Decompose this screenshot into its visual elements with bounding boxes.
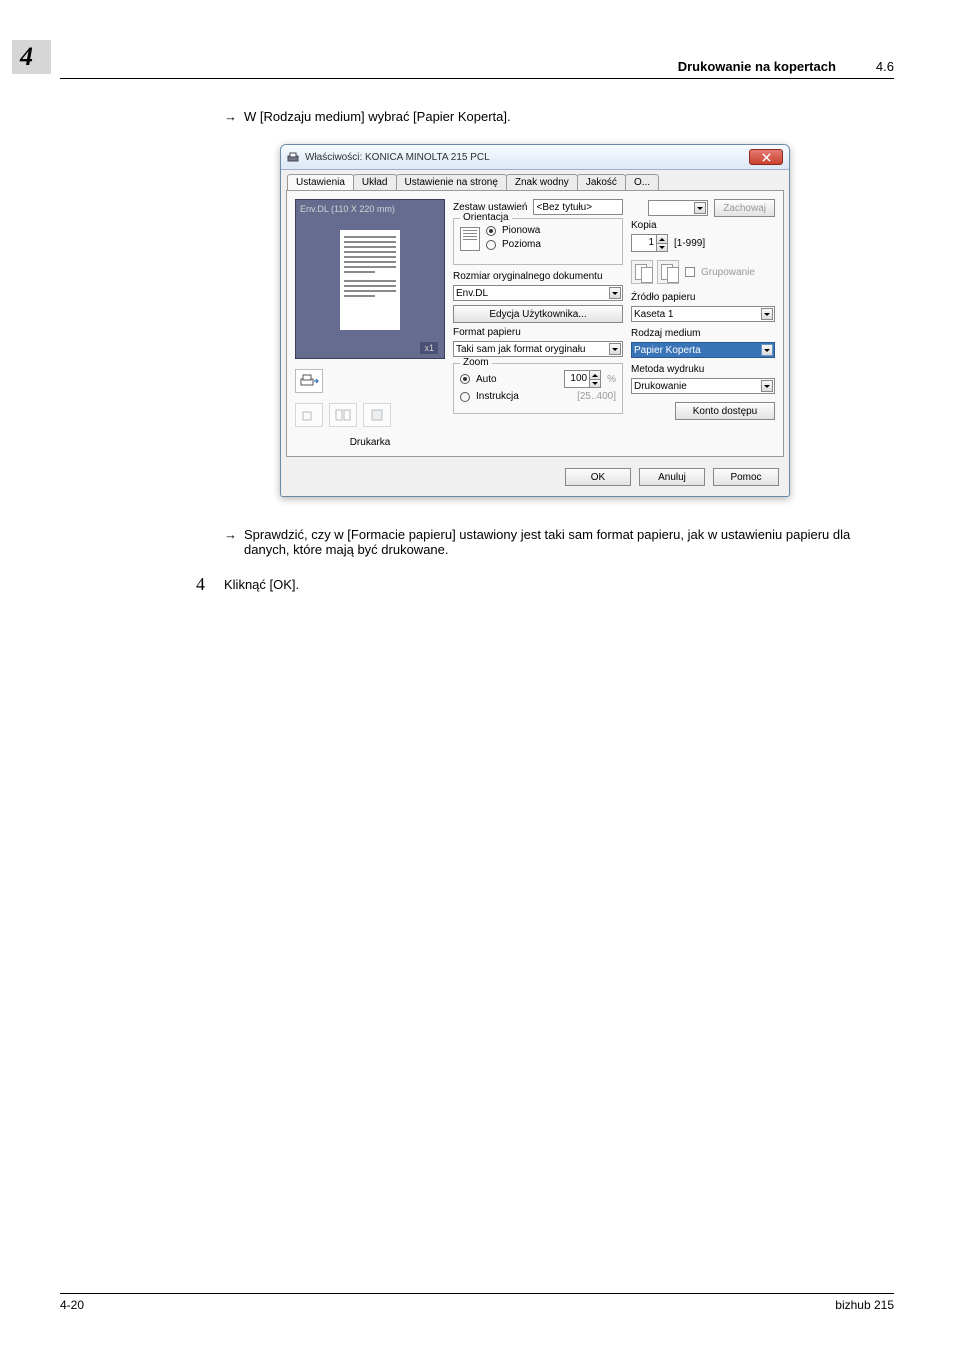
orientation-icon (460, 227, 480, 251)
print-method-label: Metoda wydruku (631, 364, 775, 375)
zoom-group: Zoom Auto 100 % Instrukcja [25..400] (453, 363, 623, 414)
header-section: 4.6 (876, 59, 894, 74)
footer-page-number: 4-20 (60, 1298, 84, 1312)
page-footer: 4-20 bizhub 215 (60, 1293, 894, 1312)
chevron-down-icon (761, 308, 773, 320)
view-option-2-icon[interactable] (329, 403, 357, 427)
chevron-down-icon (694, 202, 706, 214)
view-option-3-icon[interactable] (363, 403, 391, 427)
instruction-arrow-1: W [Rodzaju medium] wybrać [Papier Kopert… (224, 109, 854, 124)
tab-ustawienia[interactable]: Ustawienia (287, 174, 354, 190)
orig-size-label: Rozmiar oryginalnego dokumentu (453, 271, 623, 282)
chevron-down-icon (761, 380, 773, 392)
chevron-down-icon (609, 343, 621, 355)
spin-down-icon[interactable] (656, 243, 668, 252)
tab-strip: Ustawienia Układ Ustawienie na stronę Zn… (281, 170, 789, 190)
print-method-value: Drukowanie (634, 381, 687, 392)
tab-ustawienie-na-strone[interactable]: Ustawienie na stronę (396, 174, 507, 190)
paper-source-value: Kaseta 1 (634, 309, 673, 320)
media-type-value: Papier Koperta (634, 345, 701, 356)
help-button[interactable]: Pomoc (713, 468, 779, 486)
paper-format-label: Format papieru (453, 327, 623, 338)
radio-zoom-manual[interactable] (460, 392, 470, 402)
media-type-select[interactable]: Papier Koperta (631, 342, 775, 358)
settings-profile-select[interactable] (648, 200, 708, 216)
collate-label: Grupowanie (701, 267, 755, 278)
media-type-label: Rodzaj medium (631, 328, 775, 339)
collate-icons (631, 260, 679, 284)
user-edit-button[interactable]: Edycja Użytkownika... (453, 305, 623, 323)
print-properties-dialog: Właściwości: KONICA MINOLTA 215 PCL Usta… (280, 144, 790, 497)
chapter-number: 4 (12, 40, 51, 74)
page-preview: Env.DL (110 X 220 mm) x1 (295, 199, 445, 359)
cancel-button[interactable]: Anuluj (639, 468, 705, 486)
orientation-legend: Orientacja (460, 212, 512, 223)
settings-set-value: <Bez tytułu> (536, 202, 592, 213)
paper-source-label: Źródło papieru (631, 292, 775, 303)
tab-znak-wodny[interactable]: Znak wodny (506, 174, 578, 190)
step-4-number: 4 (196, 574, 205, 595)
close-icon (762, 153, 771, 162)
zoom-spinner[interactable]: 100 (564, 370, 601, 388)
paper-source-select[interactable]: Kaseta 1 (631, 306, 775, 322)
orig-size-value: Env.DL (456, 288, 488, 299)
view-option-1-icon[interactable] (295, 403, 323, 427)
ok-button[interactable]: OK (565, 468, 631, 486)
radio-portrait[interactable] (486, 226, 496, 236)
settings-set-field[interactable]: <Bez tytułu> (533, 199, 623, 215)
step-4: 4 Kliknąć [OK]. (224, 577, 854, 592)
zoom-range: [25..400] (577, 391, 616, 402)
preview-paper (340, 230, 400, 330)
step-4-text: Kliknąć [OK]. (224, 577, 299, 592)
preview-size-label: Env.DL (110 X 220 mm) (300, 204, 395, 214)
copies-spinner[interactable]: 1 (631, 234, 668, 252)
save-button[interactable]: Zachowaj (714, 199, 775, 217)
zoom-legend: Zoom (460, 357, 492, 368)
dialog-title: Właściwości: KONICA MINOLTA 215 PCL (305, 152, 490, 163)
paper-format-value: Taki sam jak format oryginału (456, 344, 586, 355)
tab-jakosc[interactable]: Jakość (577, 174, 626, 190)
paper-format-select[interactable]: Taki sam jak format oryginału (453, 341, 623, 357)
page-header: 4 Drukowanie na kopertach 4.6 (60, 40, 894, 79)
printer-glyph-icon (299, 373, 319, 389)
footer-product: bizhub 215 (835, 1298, 894, 1312)
chevron-down-icon (761, 344, 773, 356)
radio-zoom-manual-label: Instrukcja (476, 391, 519, 402)
zoom-percent: % (607, 374, 616, 385)
printer-label: Drukarka (295, 437, 445, 448)
copies-label: Kopia (631, 220, 775, 231)
collate-icon-2 (657, 260, 679, 284)
account-access-button[interactable]: Konto dostępu (675, 402, 775, 420)
preview-scale: x1 (420, 342, 438, 354)
settings-set-label: Zestaw ustawień (453, 202, 527, 213)
radio-zoom-auto-label: Auto (476, 374, 497, 385)
copies-range: [1-999] (674, 238, 705, 249)
dialog-titlebar: Właściwości: KONICA MINOLTA 215 PCL (281, 145, 789, 170)
close-button[interactable] (749, 149, 783, 165)
radio-zoom-auto[interactable] (460, 374, 470, 384)
spin-up-icon[interactable] (656, 234, 668, 243)
collate-icon-1 (631, 260, 653, 284)
tab-uklad[interactable]: Układ (353, 174, 397, 190)
radio-landscape[interactable] (486, 240, 496, 250)
chevron-down-icon (609, 287, 621, 299)
orientation-group: Orientacja Pionowa Pozioma (453, 218, 623, 265)
radio-landscape-label: Pozioma (502, 239, 541, 250)
dialog-footer: OK Anuluj Pomoc (281, 462, 789, 496)
printer-view-icon[interactable] (295, 369, 323, 393)
copies-value: 1 (631, 234, 657, 252)
spin-down-icon[interactable] (589, 379, 601, 388)
instruction-arrow-2: Sprawdzić, czy w [Formacie papieru] usta… (224, 527, 854, 557)
spin-up-icon[interactable] (589, 370, 601, 379)
collate-checkbox[interactable] (685, 267, 695, 277)
tab-o[interactable]: O... (625, 174, 659, 190)
print-method-select[interactable]: Drukowanie (631, 378, 775, 394)
printer-icon (287, 151, 299, 163)
header-title: Drukowanie na kopertach (678, 59, 836, 74)
orig-size-select[interactable]: Env.DL (453, 285, 623, 301)
zoom-value: 100 (564, 370, 590, 388)
radio-portrait-label: Pionowa (502, 225, 540, 236)
